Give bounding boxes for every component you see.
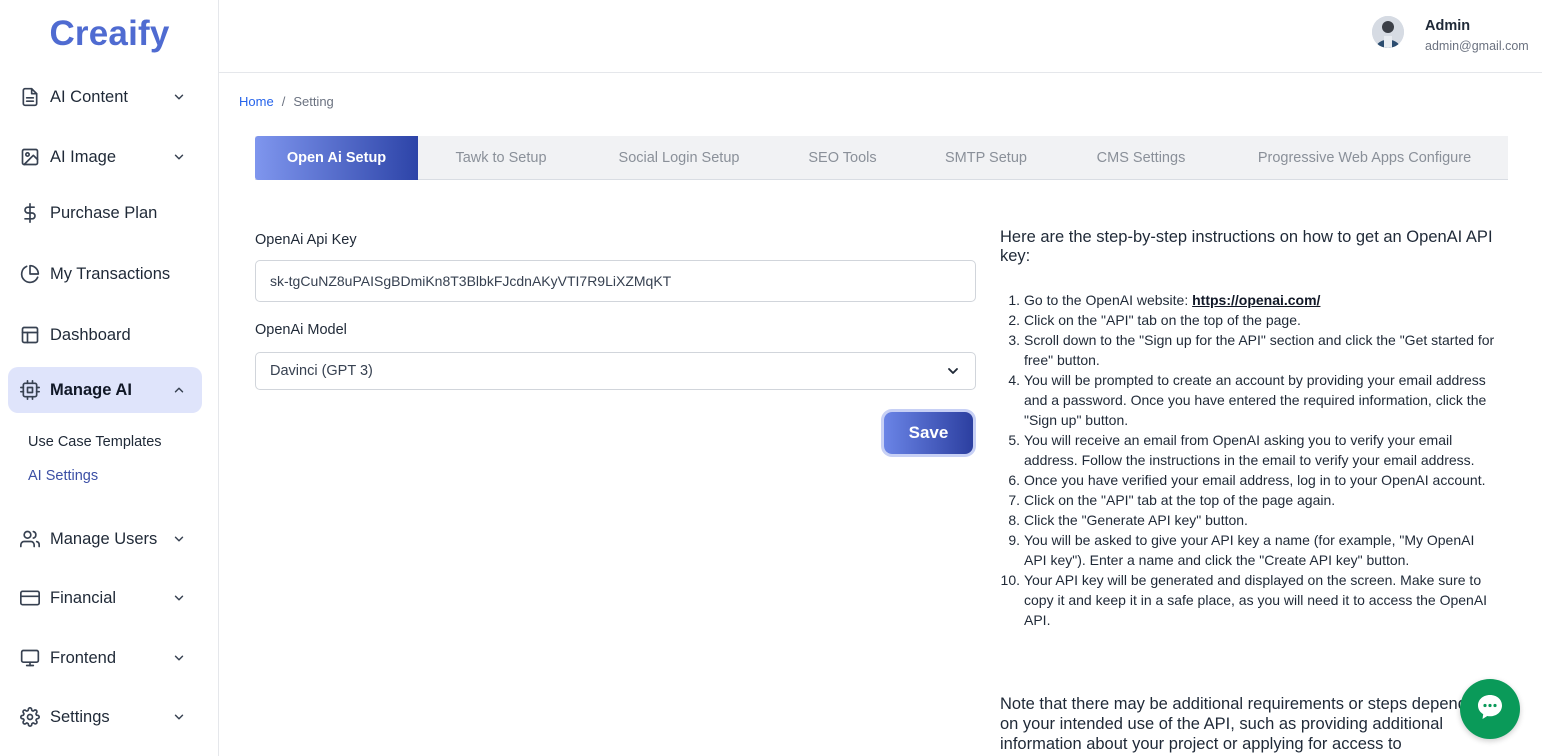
save-button[interactable]: Save bbox=[884, 412, 973, 454]
cpu-icon bbox=[20, 380, 40, 400]
sidebar-item-label: Manage Users bbox=[50, 529, 158, 548]
sidebar-item-label: AI Content bbox=[50, 87, 128, 106]
step-text: Go to the OpenAI website: bbox=[1024, 292, 1193, 308]
sidebar-item-ai-content[interactable]: AI Content bbox=[8, 74, 202, 120]
tab-open-ai-setup[interactable]: Open Ai Setup bbox=[255, 136, 418, 180]
model-label: OpenAi Model bbox=[255, 322, 347, 338]
dollar-icon bbox=[20, 203, 40, 223]
api-key-input[interactable] bbox=[255, 260, 976, 302]
app-logo[interactable]: Creaify bbox=[0, 14, 219, 54]
list-item: 9. You will be asked to give your API key… bbox=[1000, 530, 1500, 570]
chat-bubble-icon bbox=[1473, 690, 1507, 729]
monitor-icon bbox=[20, 648, 40, 668]
breadcrumb: Home / Setting bbox=[239, 94, 334, 109]
step-text: You will be prompted to create an accoun… bbox=[1024, 372, 1487, 428]
pie-chart-icon bbox=[20, 264, 40, 284]
sidebar-item-label: Purchase Plan bbox=[50, 203, 158, 222]
model-select-value: Davinci (GPT 3) bbox=[270, 363, 373, 379]
gear-icon bbox=[20, 707, 40, 727]
tab-progressive-web-apps[interactable]: Progressive Web Apps Configure bbox=[1221, 136, 1508, 180]
document-icon bbox=[20, 87, 40, 107]
credit-card-icon bbox=[20, 588, 40, 608]
layout-icon bbox=[20, 325, 40, 345]
list-item: 2. Click on the "API" tab on the top of t… bbox=[1000, 310, 1500, 330]
image-icon bbox=[20, 147, 40, 167]
api-key-label: OpenAi Api Key bbox=[255, 232, 357, 248]
sidebar-item-ai-image[interactable]: AI Image bbox=[8, 134, 202, 180]
sidebar-item-label: Dashboard bbox=[50, 325, 131, 344]
sidebar-item-purchase-plan[interactable]: Purchase Plan bbox=[8, 190, 202, 236]
list-item: 4. You will be prompted to create an acco… bbox=[1000, 370, 1500, 430]
instructions-list: 1. Go to the OpenAI website: https://ope… bbox=[1000, 290, 1500, 630]
chevron-down-icon bbox=[168, 146, 190, 168]
sidebar-item-manage-ai[interactable]: Manage AI bbox=[8, 367, 202, 413]
sidebar-item-label: Manage AI bbox=[50, 380, 132, 399]
settings-tabs: Open Ai Setup Tawk to Setup Social Login… bbox=[255, 136, 1508, 180]
tab-cms-settings[interactable]: CMS Settings bbox=[1061, 136, 1221, 180]
chevron-down-icon bbox=[168, 528, 190, 550]
chevron-down-icon bbox=[168, 647, 190, 669]
sidebar-item-frontend[interactable]: Frontend bbox=[8, 635, 202, 681]
sidebar-item-label: My Transactions bbox=[50, 264, 171, 283]
breadcrumb-separator: / bbox=[281, 94, 286, 109]
sidebar-item-dashboard[interactable]: Dashboard bbox=[8, 312, 202, 358]
sidebar-item-settings[interactable]: Settings bbox=[8, 694, 202, 740]
step-text: You will receive an email from OpenAI as… bbox=[1024, 432, 1475, 468]
step-text: Your API key will be generated and displ… bbox=[1024, 572, 1488, 628]
user-name[interactable]: Admin bbox=[1425, 18, 1470, 34]
list-item: 7. Click on the "API" tab at the top of t… bbox=[1000, 490, 1500, 510]
sidebar-item-label: Frontend bbox=[50, 648, 117, 667]
list-item: 10. Your API key will be generated and di… bbox=[1000, 570, 1500, 630]
list-item: 3. Scroll down to the "Sign up for the AP… bbox=[1000, 330, 1500, 370]
avatar[interactable] bbox=[1372, 16, 1404, 48]
sidebar-subitem-use-case-templates[interactable]: Use Case Templates bbox=[28, 434, 162, 450]
chat-widget-button[interactable] bbox=[1460, 679, 1520, 739]
user-email: admin@gmail.com bbox=[1425, 39, 1529, 53]
chevron-down-icon bbox=[168, 86, 190, 108]
instructions-note: Note that there may be additional requir… bbox=[1000, 695, 1489, 753]
chevron-up-icon bbox=[168, 379, 190, 401]
top-bar bbox=[219, 0, 1542, 73]
step-text: You will be asked to give your API key a… bbox=[1024, 532, 1475, 568]
tab-social-login-setup[interactable]: Social Login Setup bbox=[584, 136, 774, 180]
list-item: 1. Go to the OpenAI website: https://ope… bbox=[1008, 292, 1321, 308]
sidebar-item-label: Financial bbox=[50, 588, 117, 607]
tab-smtp-setup[interactable]: SMTP Setup bbox=[911, 136, 1061, 180]
sidebar-subitem-ai-settings[interactable]: AI Settings bbox=[28, 468, 98, 484]
sidebar-item-label: Settings bbox=[50, 707, 110, 726]
breadcrumb-home[interactable]: Home bbox=[239, 94, 274, 109]
breadcrumb-current: Setting bbox=[293, 94, 334, 109]
list-item: 5. You will receive an email from OpenAI … bbox=[1000, 430, 1500, 470]
sidebar-item-label: AI Image bbox=[50, 147, 117, 166]
tab-tawk-to-setup[interactable]: Tawk to Setup bbox=[418, 136, 584, 180]
sidebar-item-my-transactions[interactable]: My Transactions bbox=[8, 251, 202, 297]
users-icon bbox=[20, 529, 40, 549]
step-text: Click the "Generate API key" button. bbox=[1024, 512, 1248, 528]
list-item: 6. Once you have verified your email addr… bbox=[1000, 470, 1500, 490]
chevron-down-icon bbox=[168, 706, 190, 728]
model-select[interactable]: Davinci (GPT 3) bbox=[255, 352, 976, 390]
chevron-down-icon bbox=[168, 587, 190, 609]
step-text: Once you have verified your email addres… bbox=[1024, 472, 1486, 488]
sidebar: Creaify AI Content AI Image Purchase Pla… bbox=[0, 0, 219, 756]
list-item: 8. Click the "Generate API key" button. bbox=[1000, 510, 1500, 530]
sidebar-item-financial[interactable]: Financial bbox=[8, 575, 202, 621]
tab-seo-tools[interactable]: SEO Tools bbox=[774, 136, 911, 180]
chevron-down-icon bbox=[945, 363, 961, 379]
step-text: Click on the "API" tab at the top of the… bbox=[1024, 492, 1336, 508]
step-text: Click on the "API" tab on the top of the… bbox=[1024, 312, 1301, 328]
instructions-title: Here are the step-by-step instructions o… bbox=[1000, 228, 1493, 265]
sidebar-item-manage-users[interactable]: Manage Users bbox=[8, 516, 202, 562]
openai-link[interactable]: https://openai.com/ bbox=[1192, 292, 1320, 308]
step-text: Scroll down to the "Sign up for the API"… bbox=[1024, 332, 1495, 368]
